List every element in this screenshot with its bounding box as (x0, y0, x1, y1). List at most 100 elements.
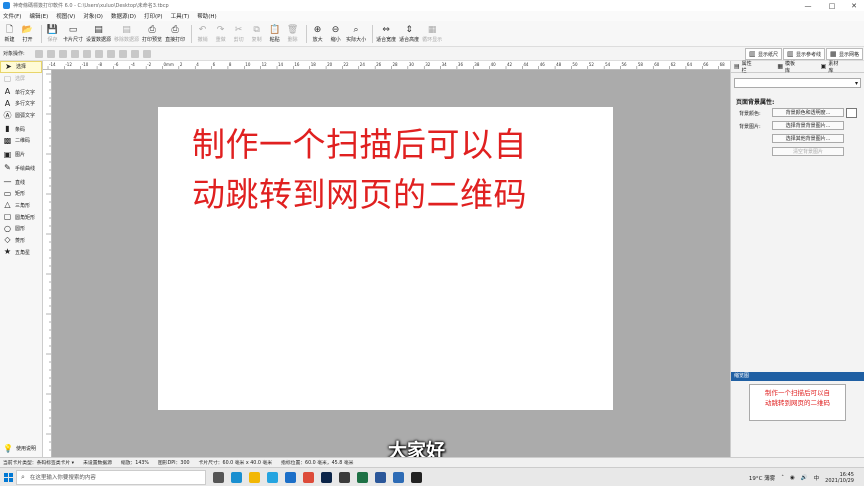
bg-image-clear-button[interactable]: 清空背景图片 (772, 147, 844, 156)
toolbar-button-4[interactable]: ▤ 设置数据源 (86, 25, 111, 43)
bg-image-other-button[interactable]: 选择其他背景图片... (772, 134, 844, 143)
group-icon[interactable] (82, 49, 91, 58)
card-text-object[interactable]: 制作一个扫描后可以自 动跳转到网页的二维码 (192, 120, 592, 220)
right-tab-0[interactable]: ▤ 属性栏 (734, 60, 765, 74)
toolbar-button-2[interactable]: 💾 保存 (45, 25, 60, 43)
word-icon[interactable] (375, 471, 386, 483)
tool-image[interactable]: ▣ 图片 (0, 149, 42, 161)
print-preview-icon: ⎙ (148, 24, 156, 35)
ime-indicator[interactable]: 中 (814, 474, 820, 482)
toolbar-button-17[interactable]: ⇔ 适合宽度 (376, 25, 396, 43)
tray-arrow-icon[interactable]: ˄ (781, 475, 784, 481)
cut-icon: ✂ (234, 24, 243, 35)
taskbar-search[interactable]: ⌕ 在这里输入你要搜索的内容 (16, 469, 206, 485)
toolbar-button-3[interactable]: ▭ 卡片尺寸 (63, 25, 83, 43)
ruler-label: -12 (65, 62, 72, 67)
browser-icon[interactable] (267, 471, 278, 483)
excel-icon[interactable] (357, 471, 368, 483)
tool-freehand-curve[interactable]: ✎ 手绘曲线 (0, 163, 42, 175)
layer-up-icon[interactable] (58, 49, 67, 58)
window-title: 神奇條碼標簽打印軟件 6.0 - C:\Users\xuluo\Desktop\… (13, 3, 169, 9)
tool-triangle[interactable]: △ 三角形 (0, 200, 42, 212)
network-icon[interactable]: ◉ (790, 475, 795, 481)
toolbar-button-12[interactable]: 📋 粘贴 (267, 25, 282, 43)
start-button[interactable] (0, 468, 16, 486)
right-tab-2[interactable]: ▣ 素材库 (821, 60, 852, 74)
ruler-label: -6 (114, 62, 118, 67)
menu-item-5[interactable]: 打印(P) (144, 12, 163, 20)
folder-icon[interactable] (249, 471, 260, 483)
menu-item-4[interactable]: 数据源(D) (111, 12, 136, 20)
tool-circle[interactable]: ○ 圆形 (0, 223, 42, 235)
layer-down-icon[interactable] (70, 49, 79, 58)
ie-icon[interactable] (285, 471, 296, 483)
weather[interactable]: 19°C 薄雾 (749, 474, 775, 482)
toolbar-button-7[interactable]: ⎙ 直接打印 (165, 25, 185, 43)
help-button[interactable]: 💡 使用说明 (3, 444, 36, 453)
view-toggle-2[interactable]: ▦ 显示网格 (826, 48, 864, 60)
toolbar-button-9[interactable]: ↷ 重做 (213, 25, 228, 43)
right-tab-1[interactable]: ▦ 模板库 (777, 60, 808, 74)
toolbar-button-15[interactable]: ⊖ 缩小 (328, 25, 343, 43)
tool-barcode[interactable]: ▮ 条码 (0, 123, 42, 135)
close-button[interactable]: ✕ (844, 0, 864, 11)
tool-arc-text[interactable]: Ⓐ 圆弧文字 (0, 110, 42, 122)
preview-thumbnail[interactable]: 制作一个扫描后可以自 动跳转到网页的二维码 (749, 384, 846, 421)
view-toggle-1[interactable]: ▥ 显示参考线 (783, 48, 826, 60)
menu-item-3[interactable]: 对象(O) (83, 12, 103, 20)
toolbar-button-11[interactable]: ⧉ 复制 (249, 25, 264, 43)
tool-star[interactable]: ★ 五角星 (0, 246, 42, 258)
menu-item-2[interactable]: 视图(V) (56, 12, 75, 20)
edge-icon[interactable] (231, 471, 242, 483)
bg-image-button[interactable]: 选择背景背景图片... (772, 121, 844, 130)
toolbar-button-10[interactable]: ✂ 剪切 (231, 25, 246, 43)
unlock-icon[interactable] (130, 49, 139, 58)
toolbar-button-16[interactable]: ⌕ 实际大小 (346, 25, 366, 43)
toolbar-button-18[interactable]: ⇕ 适合高度 (399, 25, 419, 43)
toolbar-button-0[interactable]: 🗋 新建 (2, 25, 17, 43)
toolbar-button-6[interactable]: ⎙ 打印预览 (142, 25, 162, 43)
app3-icon[interactable] (411, 471, 422, 483)
bg-color-swatch[interactable] (846, 108, 857, 118)
task-view-icon[interactable] (213, 471, 224, 483)
tool-single-line-text[interactable]: A 单行文字 (0, 86, 42, 98)
bg-color-button[interactable]: 背景颜色和透明度... (772, 108, 844, 117)
view-toggle-0[interactable]: ▥ 显示纸尺 (745, 48, 783, 60)
menu-item-1[interactable]: 编辑(E) (29, 12, 48, 20)
toolbar-button-13[interactable]: 🗑 删除 (285, 25, 300, 43)
distribute-icon[interactable] (106, 49, 115, 58)
align-left-icon[interactable] (34, 49, 43, 58)
tool-diamond[interactable]: ◇ 菱形 (0, 235, 42, 247)
volume-icon[interactable]: 🔊 (801, 475, 808, 481)
clock[interactable]: 16:45 2021/10/29 (825, 472, 854, 484)
system-tray: 19°C 薄雾 ˄ ◉ 🔊 中 16:45 2021/10/29 (749, 468, 864, 486)
tool-rectangle[interactable]: ▭ 矩形 (0, 188, 42, 200)
menu-item-6[interactable]: 工具(T) (171, 12, 190, 20)
toolbar-button-1[interactable]: 📂 打开 (20, 25, 35, 43)
toolbar-button-5[interactable]: ▤ 移除数据源 (114, 25, 139, 43)
tool-line[interactable]: — 直线 (0, 176, 42, 188)
photoshop-icon[interactable] (321, 471, 332, 483)
tool-pointer[interactable]: ➤ 选择 (0, 61, 42, 73)
menu-item-0[interactable]: 文件(F) (3, 12, 21, 20)
tool-qrcode[interactable]: ▩ 二维码 (0, 135, 42, 147)
app-icon[interactable] (339, 471, 350, 483)
menu-item-7[interactable]: 帮助(H) (197, 12, 216, 20)
ungroup-icon[interactable] (94, 49, 103, 58)
app2-icon[interactable] (393, 471, 404, 483)
minimize-button[interactable]: — (798, 0, 818, 11)
tool-select-screen[interactable]: ▢ 选屏 (0, 73, 42, 85)
maximize-button[interactable]: □ (822, 0, 842, 11)
lock-icon[interactable] (118, 49, 127, 58)
toolbar-button-14[interactable]: ⊕ 放大 (310, 25, 325, 43)
toolbar-separator (41, 24, 42, 43)
align-center-icon[interactable] (46, 49, 55, 58)
toolbar-button-8[interactable]: ↶ 撤销 (195, 25, 210, 43)
toolbar-button-19[interactable]: ▦ 循环显示 (422, 25, 442, 43)
tool-rounded-rect[interactable]: ▢ 圆角矩形 (0, 211, 42, 223)
tool-multi-line-text[interactable]: A 多行文字 (0, 98, 42, 110)
object-select-dropdown[interactable]: ▾ (734, 78, 861, 88)
status-item-0[interactable]: 当前卡片类型：条码标签类卡片 ▾ (3, 459, 74, 466)
chrome-icon[interactable] (303, 471, 314, 483)
rotate-icon[interactable] (142, 49, 151, 58)
